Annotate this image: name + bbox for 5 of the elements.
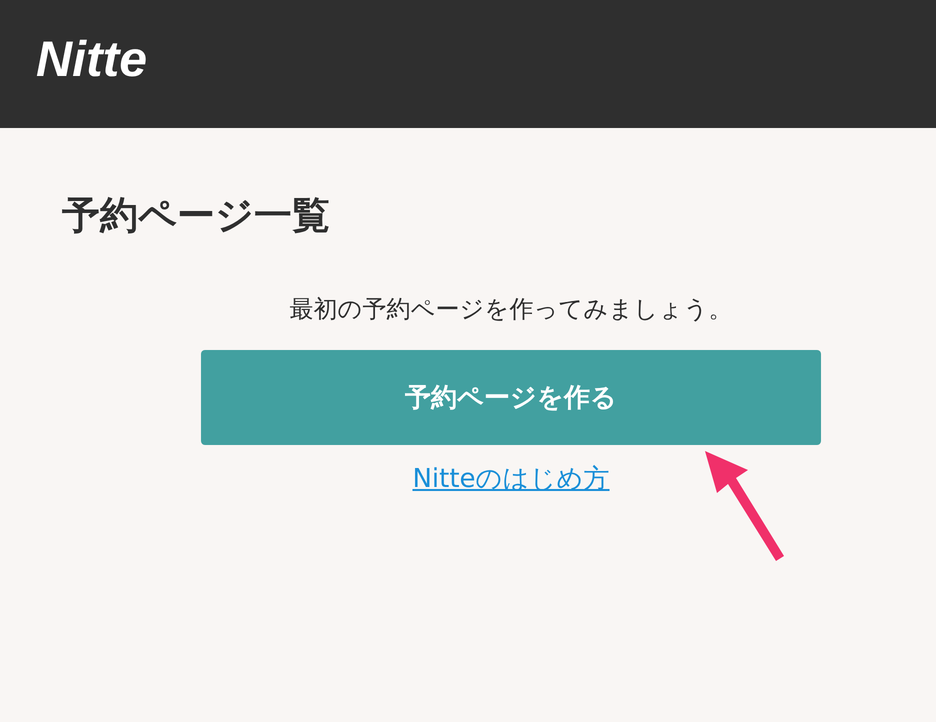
empty-message: 最初の予約ページを作ってみましょう。 <box>290 294 732 325</box>
help-link[interactable]: Nitteのはじめ方 <box>412 461 610 496</box>
logo[interactable]: Nitte <box>36 30 148 88</box>
create-page-button[interactable]: 予約ページを作る <box>201 350 821 445</box>
page-title: 予約ページ一覧 <box>62 192 331 239</box>
